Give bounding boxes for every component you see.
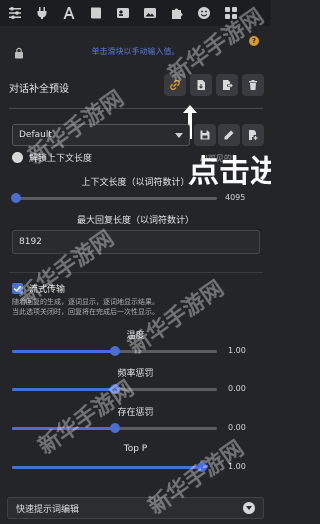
new-preset-button[interactable] [242,124,264,146]
max-response-input[interactable]: 8192 [12,230,260,254]
max-response-value: 8192 [19,237,42,247]
context-length-label: 上下文长度（以词符数计） [81,178,190,188]
unlock-context-label: 解锁上下文长度 [29,154,93,164]
temperature-thumb[interactable] [109,346,120,356]
file-export-icon [223,80,233,90]
streaming-desc-line-1: 随着回复的生成，逐词显示，逐词地显示结果。 [12,298,159,306]
temperature-value[interactable]: 1.00 [228,346,246,355]
save-preset-button[interactable] [194,124,216,146]
top-p-slider[interactable] [12,462,207,472]
top-p-label: Top P [123,444,148,454]
rename-preset-button[interactable] [218,124,240,146]
plug-icon[interactable] [35,6,49,20]
presence-penalty-slider[interactable] [12,423,217,433]
export-preset-button[interactable] [216,74,238,96]
frequency-penalty-slider[interactable] [12,384,217,394]
section-divider [9,108,263,109]
top-p-value[interactable]: 1.00 [228,462,246,471]
help-icon[interactable]: ? [249,36,259,46]
presence-penalty-value[interactable]: 0.00 [228,423,246,432]
context-length-thumb[interactable] [11,193,22,203]
frequency-penalty-fill [12,388,115,391]
preset-select-value: Default [19,130,52,140]
streaming-description: 随着回复的生成，逐词显示，逐词地显示结果。 当此选项关闭时，回复将在完成后一次性… [12,297,262,317]
top-p-thumb[interactable] [197,462,207,472]
top-toolbar [0,0,271,26]
top-p-fill [12,466,202,469]
link-icon [170,79,180,91]
quick-prompt-edit-drawer[interactable]: 快速提示词编辑 [7,497,264,519]
chevron-down-icon [175,132,183,138]
import-preset-button[interactable] [190,74,212,96]
file-import-icon [197,80,205,90]
smiley-icon[interactable] [197,6,211,20]
link-button[interactable] [164,74,186,96]
temperature-slider[interactable] [12,346,217,356]
temperature-fill [12,350,115,353]
context-length-value[interactable]: 4095 [225,193,245,202]
file-plus-icon [249,130,258,140]
section-divider [9,272,263,273]
book-icon[interactable] [89,6,103,20]
delete-preset-button[interactable] [242,74,264,96]
pencil-icon [224,130,234,140]
check-icon [13,285,22,292]
presence-penalty-label: 存在惩罚 [117,408,154,418]
frequency-penalty-label: 频率惩罚 [117,369,154,379]
context-length-slider[interactable] [11,193,217,203]
streaming-toggle[interactable]: 流式传输 [12,282,65,295]
temperature-label: 温度 [126,331,145,341]
trash-icon [249,80,257,90]
frequency-penalty-thumb[interactable] [109,384,120,394]
streaming-checkbox[interactable] [12,283,23,294]
grid-icon[interactable] [224,6,238,20]
user-card-icon[interactable] [116,6,130,20]
chevron-down-icon[interactable] [243,502,255,514]
presence-penalty-fill [12,427,115,430]
streaming-label: 流式传输 [29,285,66,295]
streaming-desc-line-2: 当此选项关闭时，回复将在完成后一次性显示。 [12,308,159,316]
save-icon [200,130,210,140]
max-response-label: 最大回复长度（以词符数计） [76,216,194,226]
preset-select[interactable]: Default [12,124,190,146]
quick-prompt-edit-label: 快速提示词编辑 [16,504,80,515]
slider-hint-text: 单击滑块以手动输入值。 [91,47,180,56]
image-icon[interactable] [143,6,157,20]
preset-section-title: 对话补全预设 [9,84,69,95]
font-icon[interactable] [62,6,76,20]
frequency-penalty-value[interactable]: 0.00 [228,384,246,393]
unlock-context-toggle[interactable]: 解锁上下文长度 [12,151,92,164]
unlock-context-checkbox[interactable] [12,152,23,163]
presence-penalty-thumb[interactable] [109,423,120,433]
puzzle-icon[interactable] [170,6,184,20]
sliders-icon[interactable] [8,6,22,20]
